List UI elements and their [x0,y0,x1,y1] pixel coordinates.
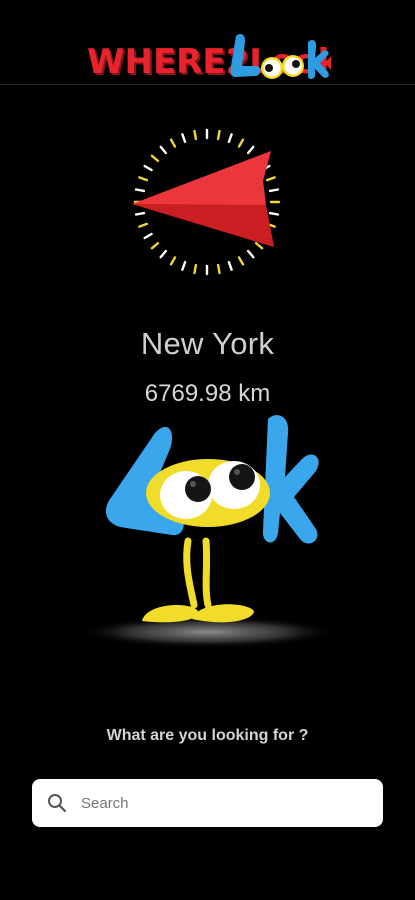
compass-tick [143,164,153,172]
compass-tick [159,145,168,155]
destination-city: New York [140,326,275,361]
app-screen: WHERE2 WHERE2Look New York 6769.98 km Wh… [0,0,415,900]
compass-tick [237,138,245,148]
compass-tick [237,256,245,266]
search-icon [46,792,68,814]
compass-tick [216,263,221,275]
compass-tick [265,176,276,182]
compass-tick [193,263,198,275]
mascot-illustration [80,415,338,648]
compass-tick [227,133,233,144]
compass-tick [246,145,255,155]
compass-tick [150,241,160,250]
compass-tick [134,188,146,193]
compass-tick [216,129,221,141]
app-logo: WHERE2 WHERE2Look [87,34,331,84]
compass-tick [227,260,233,271]
destination-distance: 6769.98 km [144,380,271,407]
app-header: WHERE2 WHERE2Look [0,0,415,85]
compass-tick [268,211,280,216]
compass-tick [181,133,187,144]
search-prompt: What are you looking for ? [106,727,309,744]
compass-tick [138,222,149,228]
compass-tick [268,188,280,193]
compass-tick [254,241,264,250]
compass-tick [181,260,187,271]
compass-tick [159,249,168,259]
compass-tick [169,256,177,266]
compass-tick [143,232,153,240]
compass-tick [193,129,198,141]
search-input[interactable] [81,788,361,818]
compass-tick [169,138,177,148]
compass-tick [150,154,160,163]
compass-tick [246,249,255,259]
compass-arrow-icon [132,128,281,276]
search-bar[interactable] [32,779,383,827]
compass-tick [138,176,149,182]
compass-tick [134,211,146,216]
